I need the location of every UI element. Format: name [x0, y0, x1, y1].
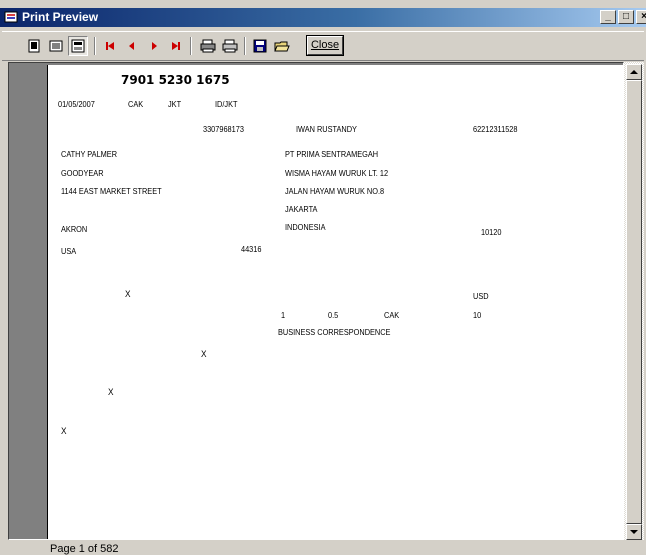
open-icon [274, 41, 290, 52]
status-bar: Page 1 of 582 [0, 541, 646, 555]
arrow-down-icon [630, 530, 638, 534]
currency: USD [473, 292, 489, 301]
recipient-address-2: JALAN HAYAM WURUK NO.8 [285, 187, 385, 196]
report-page: 7901 5230 1675 01/05/2007 CAK JKT ID/JKT… [47, 65, 623, 539]
weight: 0.5 [328, 311, 339, 320]
title-bar[interactable]: Print Preview _ □ × [0, 8, 646, 27]
close-window-button[interactable]: × [636, 10, 646, 24]
one-page-icon [28, 39, 40, 53]
two-page-icon [49, 40, 63, 52]
arrow-up-icon [630, 70, 638, 74]
sender-address: 1144 EAST MARKET STREET [61, 187, 162, 196]
x-mark: X [108, 387, 114, 397]
last-page-icon [172, 42, 180, 50]
x-mark: X [201, 349, 207, 359]
sender-name: CATHY PALMER [61, 150, 118, 159]
vertical-scrollbar[interactable] [624, 62, 644, 540]
print-preview-window: Print Preview _ □ × Close 7901 5230 1675… [0, 0, 646, 555]
sender-postal: 44316 [241, 245, 262, 254]
sender-country: USA [61, 247, 77, 256]
x-mark: X [61, 426, 67, 436]
recipient-country: INDONESIA [285, 223, 326, 232]
route-code: ID/JKT [215, 100, 238, 109]
toolbar-separator [190, 37, 192, 55]
preview-viewport[interactable]: 7901 5230 1675 01/05/2007 CAK JKT ID/JKT… [8, 62, 624, 540]
print-button[interactable] [220, 36, 240, 56]
open-button[interactable] [272, 36, 292, 56]
destination-code: JKT [168, 100, 182, 109]
previous-page-icon [129, 42, 134, 50]
next-page-icon [152, 42, 157, 50]
recipient-company: PT PRIMA SENTRAMEGAH [285, 150, 379, 159]
first-page-icon [106, 42, 114, 50]
print-setup-button[interactable] [198, 36, 218, 56]
close-button[interactable]: Close [306, 35, 344, 56]
save-icon [253, 39, 267, 53]
scroll-down-button[interactable] [626, 524, 642, 540]
one-page-button[interactable] [24, 36, 44, 56]
weight-origin: CAK [384, 311, 400, 320]
last-page-button[interactable] [166, 36, 186, 56]
scroll-up-button[interactable] [626, 64, 642, 80]
recipient-postal: 10120 [481, 228, 502, 237]
page-indicator: Page 1 of 582 [50, 543, 119, 555]
recipient-phone: 62212311528 [473, 125, 518, 134]
account-number: 3307968173 [203, 125, 244, 134]
print-icon [222, 39, 238, 53]
window-title: Print Preview [22, 10, 99, 24]
page-width-icon [71, 39, 85, 53]
sender-city: AKRON [61, 225, 88, 234]
next-page-button[interactable] [144, 36, 164, 56]
toolbar: Close [2, 31, 644, 61]
previous-page-button[interactable] [122, 36, 142, 56]
scroll-thumb[interactable] [626, 80, 642, 524]
x-mark: X [125, 289, 131, 299]
recipient-city: JAKARTA [285, 205, 318, 214]
pieces: 1 [281, 311, 286, 320]
save-button[interactable] [250, 36, 270, 56]
origin-code: CAK [128, 100, 144, 109]
declared-value: 10 [473, 311, 482, 320]
two-page-button[interactable] [46, 36, 66, 56]
ship-date: 01/05/2007 [58, 100, 95, 109]
recipient-name: IWAN RUSTANDY [296, 125, 357, 134]
recipient-address-1: WISMA HAYAM WURUK LT. 12 [285, 169, 389, 178]
print-setup-icon [200, 39, 216, 53]
print-preview-app-icon [4, 11, 18, 23]
maximize-button[interactable]: □ [618, 10, 634, 24]
sender-company: GOODYEAR [61, 169, 104, 178]
page-width-button[interactable] [68, 36, 88, 56]
window-controls: _ □ × [598, 10, 646, 24]
minimize-button[interactable]: _ [600, 10, 616, 24]
toolbar-separator [94, 37, 96, 55]
shipment-description: BUSINESS CORRESPONDENCE [278, 328, 391, 337]
toolbar-separator [244, 37, 246, 55]
top-strip [0, 0, 646, 8]
awb-number: 7901 5230 1675 [121, 73, 230, 87]
first-page-button[interactable] [100, 36, 120, 56]
